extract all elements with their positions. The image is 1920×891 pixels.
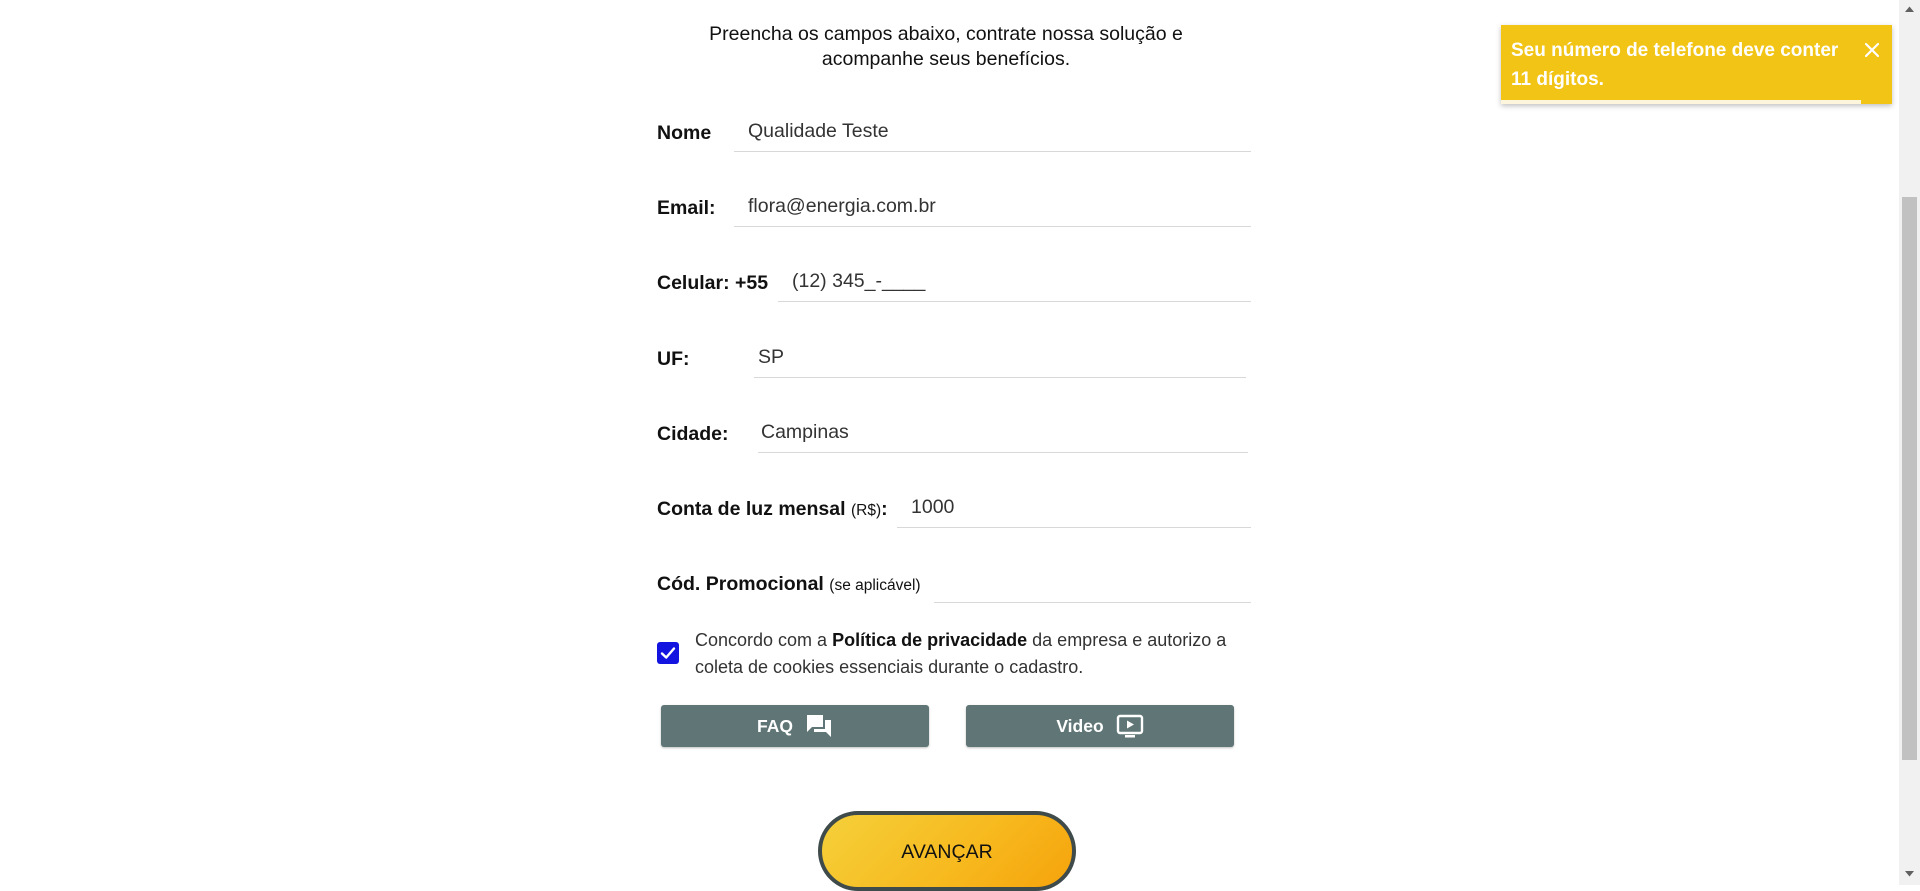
bill-label: Conta de luz mensal (R$): bbox=[657, 498, 888, 521]
close-icon[interactable] bbox=[1861, 39, 1883, 61]
vertical-scrollbar[interactable] bbox=[1899, 0, 1920, 885]
promo-label-text: Cód. Promocional bbox=[657, 573, 824, 595]
promo-note: (se aplicável) bbox=[829, 577, 921, 594]
email-label: Email: bbox=[657, 197, 716, 219]
bill-label-text: Conta de luz mensal bbox=[657, 498, 846, 520]
city-label: Cidade: bbox=[657, 423, 729, 445]
city-input[interactable] bbox=[758, 413, 1248, 453]
bill-input[interactable] bbox=[897, 488, 1251, 528]
promo-label: Cód. Promocional (se aplicável) bbox=[657, 573, 921, 596]
chat-bubbles-icon bbox=[806, 715, 831, 737]
uf-select[interactable] bbox=[754, 338, 1246, 378]
scroll-up-arrow-icon[interactable] bbox=[1904, 5, 1915, 13]
email-input[interactable] bbox=[734, 187, 1251, 227]
intro-line-1: Preencha os campos abaixo, contrate noss… bbox=[709, 23, 1183, 45]
advance-button[interactable]: AVANÇAR bbox=[818, 811, 1076, 891]
video-button-label: Video bbox=[1056, 715, 1104, 736]
bill-unit: (R$) bbox=[850, 502, 882, 519]
checkmark-icon bbox=[660, 647, 676, 659]
advance-button-label: AVANÇAR bbox=[901, 841, 993, 863]
toast-message: Seu número de telefone deve conter 11 dí… bbox=[1511, 40, 1839, 90]
faq-button[interactable]: FAQ bbox=[661, 705, 929, 747]
faq-button-label: FAQ bbox=[757, 715, 793, 736]
video-button[interactable]: Video bbox=[966, 705, 1234, 747]
scrollbar-thumb[interactable] bbox=[1902, 197, 1917, 760]
bill-colon: : bbox=[881, 498, 888, 520]
phone-label: Celular: +55 bbox=[657, 272, 769, 294]
toast-progress-bar bbox=[1501, 100, 1861, 104]
name-label: Nome bbox=[657, 122, 712, 144]
error-toast: Seu número de telefone deve conter 11 dí… bbox=[1501, 25, 1892, 104]
intro-line-2: acompanhe seus benefícios. bbox=[821, 47, 1071, 70]
uf-label: UF: bbox=[657, 348, 690, 370]
promo-input[interactable] bbox=[934, 563, 1251, 603]
intro-text: Preencha os campos abaixo, contrate noss… bbox=[656, 22, 1236, 71]
consent-text: Concordo com a Política de privacidade d… bbox=[695, 627, 1235, 681]
scroll-down-arrow-icon[interactable] bbox=[1904, 870, 1915, 878]
consent-checkbox[interactable] bbox=[657, 642, 679, 664]
signup-page: Preencha os campos abaixo, contrate noss… bbox=[0, 0, 1899, 891]
phone-input[interactable] bbox=[778, 262, 1251, 302]
consent-text-prefix: Concordo com a bbox=[695, 630, 833, 650]
privacy-policy-link[interactable]: Política de privacidade bbox=[832, 630, 1027, 650]
play-screen-icon bbox=[1116, 714, 1143, 738]
name-input[interactable] bbox=[734, 112, 1251, 152]
